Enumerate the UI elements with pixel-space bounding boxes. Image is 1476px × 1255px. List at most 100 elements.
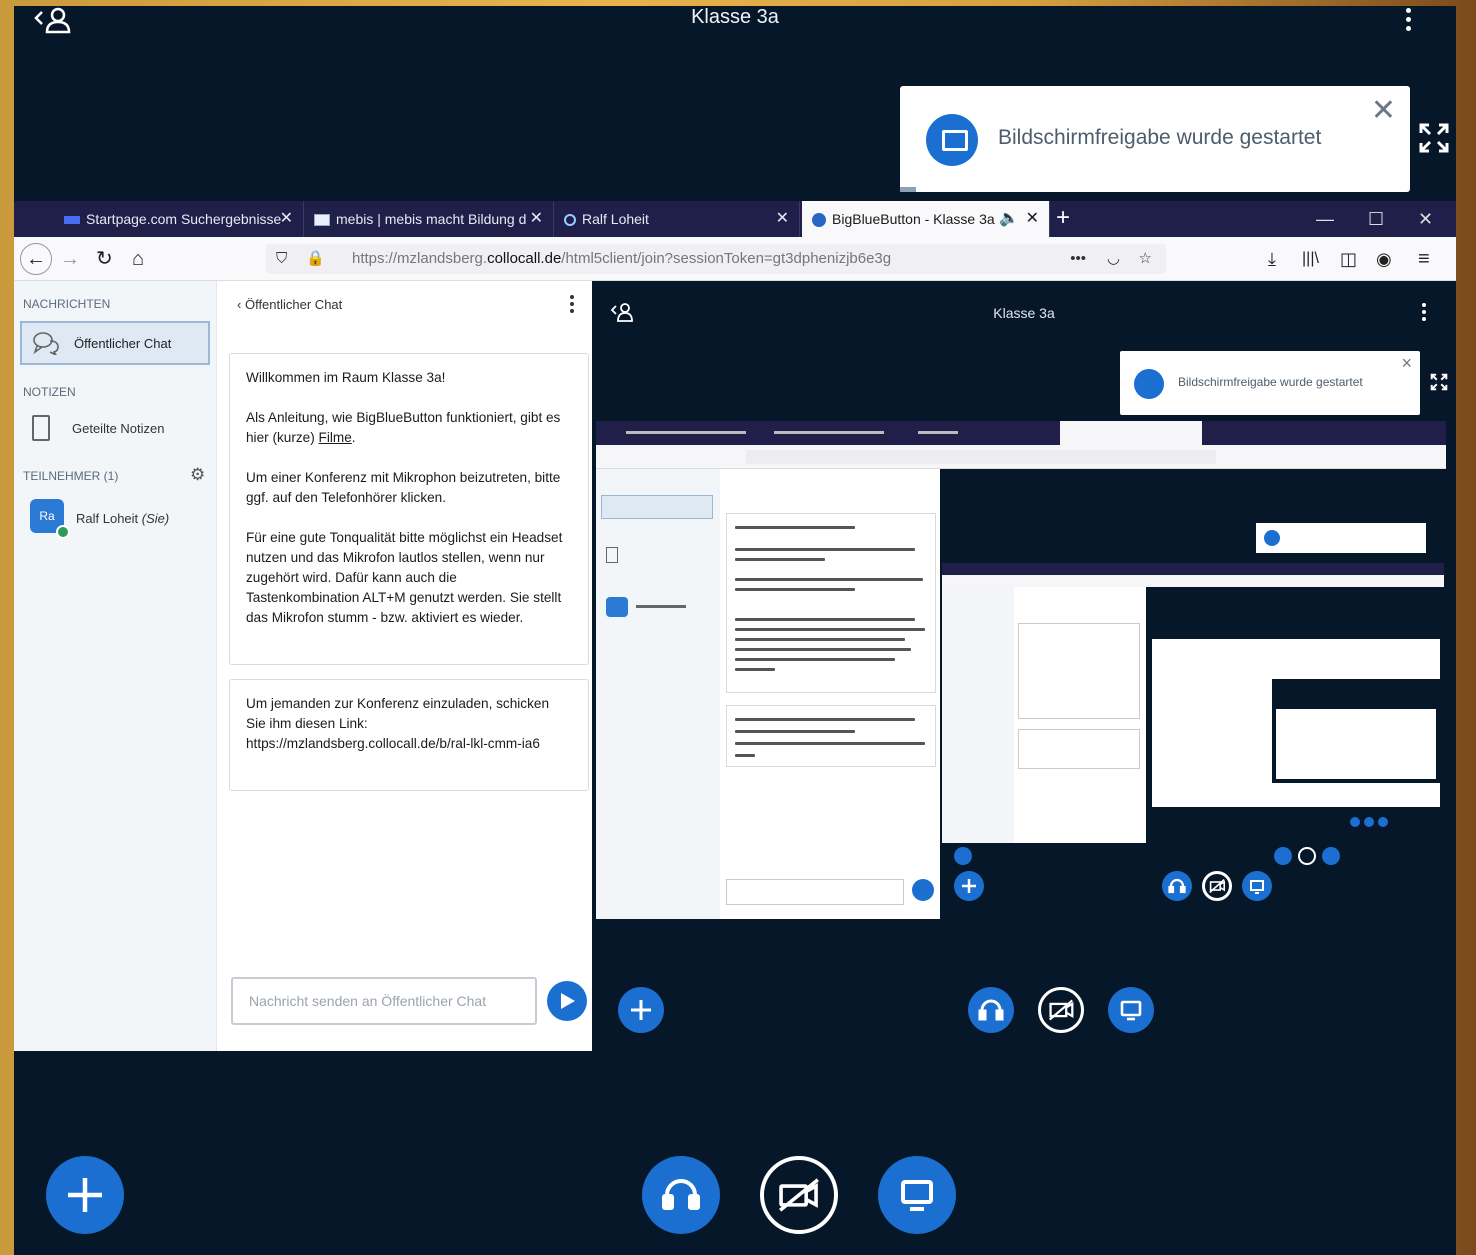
video-off-icon[interactable]	[760, 1156, 838, 1234]
chevron-left-icon: ‹	[237, 297, 245, 312]
shield-icon: ⛉	[276, 250, 288, 267]
bookmark-star-icon[interactable]: ☆	[1139, 244, 1152, 274]
url-text: https://mzlandsberg.collocall.de/html5cl…	[352, 250, 892, 267]
nested-sidebar	[596, 469, 720, 919]
close-tab-icon[interactable]: ✕	[280, 201, 293, 237]
nested-screenshare-toast: Bildschirmfreigabe wurde gestartet ×	[1120, 351, 1420, 415]
nested-presentation-level-2	[940, 469, 1446, 919]
sidebar-item-label: Öffentlicher Chat	[74, 336, 172, 351]
tab-startpage[interactable]: Startpage.com Suchergebnisse ✕	[54, 201, 304, 237]
chat-message-input[interactable]: Nachricht senden an Öffentlicher Chat	[231, 977, 537, 1025]
forward-arrow-icon[interactable]: →	[60, 245, 80, 273]
reload-icon[interactable]: ↻	[96, 245, 113, 273]
close-tab-icon[interactable]: ✕	[1026, 201, 1039, 237]
screen-share-icon	[1134, 369, 1164, 399]
video-off-icon	[1202, 871, 1232, 901]
pocket-icon[interactable]: ◡	[1107, 244, 1120, 274]
browser-nav-bar: ← → ↻ ⌂ ⛉ 🔒 https://mzlandsberg.collocal…	[14, 237, 1456, 281]
library-icon[interactable]: |||\	[1302, 245, 1319, 273]
bbb-favicon-icon	[564, 214, 576, 227]
notes-heading: NOTIZEN	[23, 385, 76, 399]
maximize-icon[interactable]: ☐	[1368, 201, 1384, 237]
url-bar[interactable]: ⛉ 🔒 https://mzlandsberg.collocall.de/htm…	[266, 244, 1166, 274]
page-actions-icon[interactable]: •••	[1070, 244, 1086, 274]
shared-screen: Startpage.com Suchergebnisse ✕ mebis | me…	[14, 201, 1456, 1051]
public-chat-panel: ‹ Öffentlicher Chat Willkommen im Raum K…	[216, 281, 592, 1051]
headphones-icon	[1274, 847, 1292, 865]
nested-presentation-area: Klasse 3a Bildschirmfreigabe wurde gesta…	[592, 281, 1456, 1051]
bbb-favicon-icon	[812, 213, 826, 228]
tab-ralf-loheit[interactable]: Ralf Loheit ✕	[554, 201, 800, 237]
home-icon[interactable]: ⌂	[132, 245, 144, 273]
send-icon[interactable]	[547, 981, 587, 1021]
nested-tab-label	[918, 431, 958, 434]
screen-share-icon	[1322, 847, 1340, 865]
participant-name[interactable]: Ralf Loheit (Sie)	[76, 511, 169, 526]
toast-message: Bildschirmfreigabe wurde gestartet	[998, 126, 1322, 149]
hamburger-menu-icon[interactable]: ≡	[1418, 245, 1430, 273]
tab-mebis[interactable]: mebis | mebis macht Bildung d ✕	[304, 201, 554, 237]
close-window-icon[interactable]: ✕	[1418, 201, 1433, 237]
screen-share-icon[interactable]	[878, 1156, 956, 1234]
chat-title: Öffentlicher Chat	[244, 297, 343, 312]
kebab-menu-icon[interactable]	[1402, 8, 1414, 34]
sidebar-item-public-chat[interactable]: Öffentlicher Chat	[20, 321, 210, 365]
new-tab-button[interactable]: +	[1056, 201, 1070, 235]
plus-icon[interactable]	[46, 1156, 124, 1234]
welcome-paragraph: Um einer Konferenz mit Mikrophon beizutr…	[246, 470, 561, 505]
nested-toast-message: Bildschirmfreigabe wurde gestartet	[1178, 375, 1363, 389]
meeting-title: Klasse 3a	[691, 6, 779, 28]
welcome-message: Willkommen im Raum Klasse 3a! Als Anleit…	[229, 353, 589, 665]
nested-meeting-title: Klasse 3a	[993, 305, 1055, 321]
welcome-paragraph: Als Anleitung, wie BigBlueButton funktio…	[246, 410, 561, 445]
top-bar: Klasse 3a	[14, 6, 1456, 46]
toast-close-icon[interactable]: ✕	[1371, 96, 1396, 126]
chat-kebab-menu-icon[interactable]	[570, 295, 574, 316]
close-tab-icon[interactable]: ✕	[530, 201, 543, 237]
fullscreen-icon[interactable]	[1430, 373, 1448, 391]
nested-toast-level-3	[1256, 523, 1426, 553]
invite-message: Um jemanden zur Konferenz einzuladen, sc…	[229, 679, 589, 791]
sidebar-item-label: Geteilte Notizen	[72, 421, 165, 436]
plus-icon	[954, 847, 972, 865]
mebis-favicon-icon	[314, 214, 330, 227]
toast-close-icon[interactable]: ×	[1401, 353, 1412, 374]
avatar-initials: Ra	[39, 509, 55, 523]
bbb-app: Klasse 3a Bildschirmfreigabe wurde gesta…	[14, 6, 1456, 1255]
chat-back-button[interactable]: ‹ Öffentlicher Chat	[237, 297, 342, 312]
extension-icon[interactable]: ◉	[1376, 245, 1392, 273]
invite-text[interactable]: Um jemanden zur Konferenz einzuladen, sc…	[246, 694, 572, 754]
speaker-icon[interactable]: 🔈	[999, 201, 1019, 237]
lock-icon: 🔒	[306, 250, 325, 267]
close-tab-icon[interactable]: ✕	[776, 201, 789, 237]
chat-bubbles-icon	[32, 331, 60, 355]
gear-icon[interactable]: ⚙	[190, 465, 205, 485]
video-off-icon	[1038, 987, 1084, 1033]
nested-tab-label	[774, 431, 884, 434]
headphones-icon	[968, 987, 1014, 1033]
welcome-paragraph: Für eine gute Tonqualität bitte möglichs…	[246, 530, 563, 625]
document-icon	[606, 547, 618, 563]
avatar[interactable]: Ra	[30, 499, 70, 539]
back-arrow-icon[interactable]: ←	[20, 243, 52, 275]
messages-heading: NACHRICHTEN	[23, 297, 111, 311]
download-icon[interactable]: ⤓	[1268, 245, 1276, 273]
minimize-icon[interactable]: —	[1316, 201, 1334, 237]
nested-nav-bar	[596, 445, 1446, 469]
video-off-icon	[1298, 847, 1316, 865]
nested-tab-bar	[596, 421, 1446, 445]
nested-chat-input	[726, 879, 904, 905]
tab-label: Startpage.com Suchergebnisse	[86, 211, 282, 227]
screen-share-icon	[1108, 987, 1154, 1033]
tab-bigbluebutton[interactable]: BigBlueButton - Klasse 3a 🔈 ✕	[802, 201, 1050, 237]
tab-label: Ralf Loheit	[582, 211, 649, 227]
sidebar-icon[interactable]: ◫	[1340, 245, 1357, 273]
nested-url-bar	[746, 450, 1216, 464]
user-sidebar: NACHRICHTEN Öffentlicher Chat NOTIZEN Ge…	[14, 281, 216, 1051]
fullscreen-icon[interactable]	[1418, 122, 1450, 154]
kebab-menu-icon[interactable]	[1422, 303, 1426, 324]
headphones-icon[interactable]	[642, 1156, 720, 1234]
films-link[interactable]: Filme	[319, 430, 352, 445]
microphone-status-icon	[56, 525, 70, 539]
nested-user-name	[636, 605, 686, 608]
